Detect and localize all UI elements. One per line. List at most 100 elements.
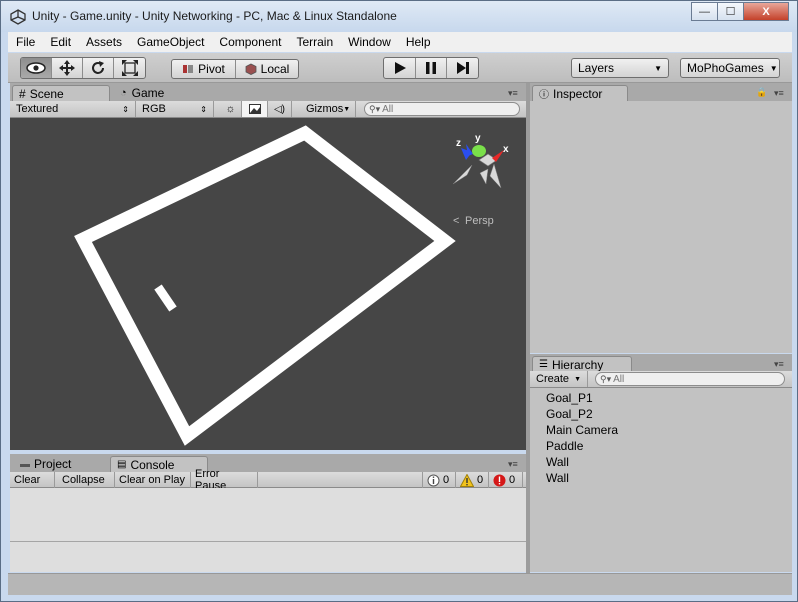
account-dropdown[interactable]: MoPhoGames ▼ bbox=[680, 58, 780, 78]
lighting-toggle[interactable]: ☼ bbox=[220, 101, 242, 117]
image-icon bbox=[248, 104, 261, 114]
panel-menu-icon[interactable]: ▾≡ bbox=[508, 459, 518, 470]
scale-tool-button[interactable] bbox=[114, 58, 145, 78]
gizmo-y-label: y bbox=[475, 133, 481, 144]
collapse-button[interactable]: Collapse bbox=[58, 472, 115, 488]
scene-orientation-gizmo[interactable]: z y x bbox=[452, 133, 509, 189]
menu-bar: File Edit Assets GameObject Component Te… bbox=[8, 32, 792, 52]
status-bar bbox=[8, 573, 792, 595]
pacman-icon: ◔ bbox=[120, 87, 127, 99]
pause-button[interactable] bbox=[416, 58, 447, 78]
pause-icon bbox=[426, 62, 436, 74]
rotate-tool-button[interactable] bbox=[83, 58, 114, 78]
hierarchy-search[interactable]: ⚲▾ bbox=[595, 372, 785, 386]
scene-search[interactable]: ⚲▾ bbox=[364, 102, 520, 116]
skybox-toggle[interactable] bbox=[242, 101, 268, 117]
tab-inspector[interactable]: ⓘ Inspector bbox=[532, 85, 628, 101]
panel-menu-icon[interactable]: ▾≡ bbox=[508, 88, 518, 99]
info-count: 0 bbox=[443, 474, 450, 486]
title-bar[interactable]: Unity - Game.unity - Unity Networking - … bbox=[1, 1, 797, 32]
tab-hierarchy[interactable]: ☰ Hierarchy bbox=[532, 356, 632, 372]
render-mode-dropdown[interactable]: Textured ⇕ bbox=[10, 101, 136, 117]
error-icon bbox=[493, 474, 506, 486]
local-cube-icon bbox=[245, 63, 257, 75]
menu-file[interactable]: File bbox=[8, 35, 42, 49]
play-button[interactable] bbox=[384, 58, 416, 78]
error-pause-button[interactable]: Error Pause bbox=[191, 468, 258, 492]
hierarchy-item-goal-p1[interactable]: Goal_P1 bbox=[530, 390, 792, 406]
folder-icon: ▬ bbox=[20, 458, 30, 470]
persp-label[interactable]: Persp bbox=[465, 215, 494, 227]
layers-dropdown[interactable]: Layers ▼ bbox=[571, 58, 669, 78]
scene-panel-tabs: # Scene ◔ Game ▾≡ bbox=[10, 83, 526, 101]
scene-viewport[interactable]: z y x < Persp bbox=[10, 118, 526, 450]
gizmo-neg-x-cone bbox=[452, 164, 473, 185]
gizmo-neg-y-cone bbox=[479, 168, 489, 185]
tab-scene[interactable]: # Scene bbox=[12, 85, 110, 101]
tab-hierarchy-label: Hierarchy bbox=[551, 357, 604, 372]
scene-search-input[interactable] bbox=[382, 103, 519, 115]
pivot-icon bbox=[183, 65, 194, 73]
create-dropdown[interactable]: Create ▼ bbox=[530, 371, 588, 387]
clear-button[interactable]: Clear bbox=[10, 472, 55, 488]
search-icon: ⚲▾ bbox=[600, 373, 612, 384]
pivot-label: Pivot bbox=[198, 62, 225, 76]
menu-assets[interactable]: Assets bbox=[78, 35, 129, 49]
inspector-panel-tabs: ⓘ Inspector 🔒 ▾≡ bbox=[530, 83, 792, 101]
inspector-panel bbox=[530, 101, 792, 353]
local-button[interactable]: Local bbox=[236, 60, 298, 78]
lock-icon[interactable]: 🔒 bbox=[756, 87, 767, 98]
warning-icon bbox=[460, 473, 474, 487]
error-filter-toggle[interactable]: 0 bbox=[489, 472, 523, 488]
move-tool-button[interactable] bbox=[52, 58, 83, 78]
tab-inspector-label: Inspector bbox=[553, 86, 603, 101]
menu-component[interactable]: Component bbox=[211, 35, 288, 49]
menu-terrain[interactable]: Terrain bbox=[288, 35, 340, 49]
move-arrows-icon bbox=[59, 60, 75, 76]
updown-arrow-icon: ⇕ bbox=[200, 104, 207, 114]
scale-icon bbox=[121, 60, 138, 76]
close-button[interactable]: X bbox=[743, 2, 789, 21]
console-log-area[interactable] bbox=[10, 488, 526, 572]
pivot-button[interactable]: Pivot bbox=[172, 60, 236, 78]
hierarchy-search-input[interactable] bbox=[613, 373, 784, 385]
color-mode-dropdown[interactable]: RGB ⇕ bbox=[136, 101, 214, 117]
panel-menu-icon[interactable]: ▾≡ bbox=[774, 88, 784, 99]
tab-scene-label: Scene bbox=[29, 86, 64, 101]
local-label: Local bbox=[260, 62, 290, 76]
hierarchy-toolbar: Create ▼ ⚲▾ bbox=[530, 371, 792, 388]
step-icon bbox=[456, 62, 469, 74]
warning-filter-toggle[interactable]: 0 bbox=[456, 472, 489, 488]
step-button[interactable] bbox=[447, 58, 478, 78]
hierarchy-item-goal-p2[interactable]: Goal_P2 bbox=[530, 406, 792, 422]
gizmo-z-label: z bbox=[456, 138, 461, 149]
account-label: MoPhoGames bbox=[687, 61, 764, 75]
menu-help[interactable]: Help bbox=[398, 35, 438, 49]
view-tool-button[interactable] bbox=[21, 58, 52, 78]
info-icon bbox=[427, 474, 440, 486]
tab-console-label: Console bbox=[130, 457, 175, 472]
scene-toolbar: Textured ⇕ RGB ⇕ ☼ ◁) Gizmos ▼ ⚲▾ bbox=[10, 101, 526, 118]
hierarchy-item-wall[interactable]: Wall bbox=[530, 470, 792, 486]
menu-window[interactable]: Window bbox=[340, 35, 398, 49]
hierarchy-item-paddle[interactable]: Paddle bbox=[530, 438, 792, 454]
menu-gameobject[interactable]: GameObject bbox=[129, 35, 211, 49]
tab-console[interactable]: ▤ Console bbox=[110, 456, 208, 472]
maximize-button[interactable]: ☐ bbox=[717, 2, 744, 21]
audio-toggle[interactable]: ◁) bbox=[268, 101, 292, 117]
info-filter-toggle[interactable]: 0 bbox=[422, 472, 456, 488]
gizmos-dropdown[interactable]: Gizmos ▼ bbox=[300, 101, 356, 117]
tab-project[interactable]: ▬ Project bbox=[14, 456, 108, 472]
console-divider[interactable] bbox=[10, 541, 526, 542]
persp-arrow-icon: < bbox=[453, 215, 459, 227]
tab-game[interactable]: ◔ Game bbox=[114, 85, 194, 101]
clear-on-play-button[interactable]: Clear on Play bbox=[115, 472, 191, 488]
panel-menu-icon[interactable]: ▾≡ bbox=[774, 359, 784, 370]
minimize-button[interactable]: — bbox=[691, 2, 718, 21]
hierarchy-item-wall[interactable]: Wall bbox=[530, 454, 792, 470]
dropdown-arrow-icon: ▼ bbox=[343, 105, 351, 113]
sun-icon: ☼ bbox=[225, 103, 236, 115]
menu-edit[interactable]: Edit bbox=[42, 35, 78, 49]
hierarchy-item-main-camera[interactable]: Main Camera bbox=[530, 422, 792, 438]
rotate-icon bbox=[92, 61, 104, 74]
